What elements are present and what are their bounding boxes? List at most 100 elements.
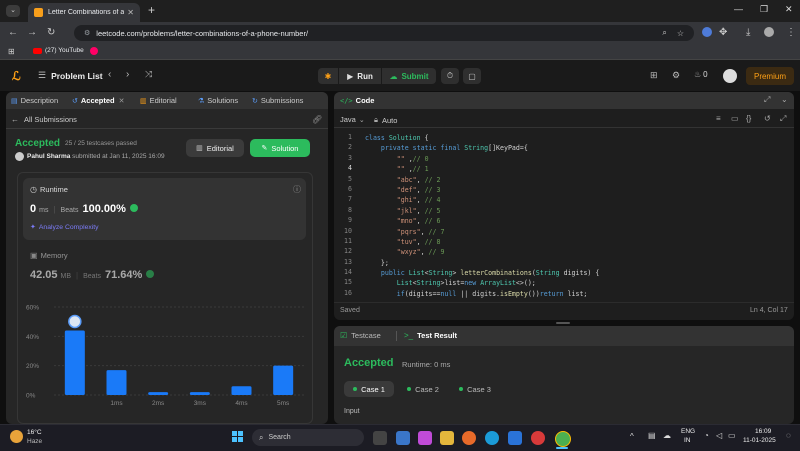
zoom-icon[interactable]: ⌕ <box>662 28 666 38</box>
code-editor[interactable]: class Solution { private static final St… <box>365 133 785 298</box>
edge-icon[interactable] <box>485 431 499 445</box>
settings-gear-icon[interactable]: ⚙ <box>672 70 680 81</box>
notes-icon[interactable]: ▢ <box>463 68 481 84</box>
tab-submissions[interactable]: ↻ Submissions <box>252 96 303 105</box>
next-problem-icon[interactable]: › <box>126 69 129 80</box>
tab-code[interactable]: </> Code <box>340 96 374 105</box>
tab-close-icon[interactable]: ✕ <box>119 97 125 105</box>
widgets-icon[interactable] <box>396 431 410 445</box>
tab-testcase[interactable]: ☑ Testcase <box>340 331 381 340</box>
resize-handle[interactable] <box>556 322 570 324</box>
show-hidden-icons[interactable]: ^ <box>630 432 634 441</box>
bookmark-icon[interactable]: ▭ <box>731 114 739 123</box>
reload-icon[interactable]: ↻ <box>47 27 55 38</box>
expand-icon[interactable]: ⤢ <box>764 95 770 105</box>
tab-description[interactable]: ▤ Description <box>11 96 58 105</box>
bookmark-youtube[interactable]: (27) YouTube <box>33 47 84 54</box>
case-3-button[interactable]: Case 3 <box>450 381 500 397</box>
notification-bell-icon[interactable]: ◌ <box>786 431 791 440</box>
pass-dot-icon <box>407 387 412 391</box>
chart-bar-5ms[interactable] <box>273 365 294 395</box>
all-submissions-link[interactable]: ← All Submissions <box>11 115 77 124</box>
tab-search-icon[interactable]: ⌄ <box>6 5 20 17</box>
file-explorer-icon[interactable] <box>440 431 454 445</box>
chart-x-tick-label: 5ms <box>277 400 290 407</box>
tab-test-result[interactable]: >_ Test Result <box>404 331 457 340</box>
weather-icon[interactable] <box>10 430 23 443</box>
info-icon[interactable]: ⓘ <box>293 184 301 195</box>
streak-counter[interactable]: ♨ 0 <box>694 70 708 79</box>
close-window-icon[interactable]: ✕ <box>785 4 793 15</box>
downloads-icon[interactable]: ⤓ <box>746 27 750 38</box>
tab-close-icon[interactable]: ✕ <box>127 8 134 17</box>
fullscreen-icon[interactable]: ⤢ <box>780 114 786 124</box>
task-view-icon[interactable] <box>373 431 387 445</box>
windows-start-icon[interactable] <box>232 431 244 443</box>
braces-icon[interactable]: {} <box>746 114 751 123</box>
cloud-icon[interactable]: ☁ <box>663 431 671 440</box>
auto-mode[interactable]: 🔒︎ Auto <box>374 115 397 125</box>
solution-button[interactable]: ✎ Solution <box>250 139 310 157</box>
apps-grid-icon[interactable]: ⊞ <box>8 47 15 56</box>
profile-avatar[interactable] <box>764 27 774 37</box>
timer-icon[interactable]: ⏱ <box>441 68 459 84</box>
battery-icon[interactable]: ▭ <box>728 431 736 440</box>
language-indicator[interactable]: ENG <box>681 428 695 435</box>
case-1-button[interactable]: Case 1 <box>344 381 394 397</box>
chart-bar-3ms[interactable] <box>189 392 210 395</box>
run-button[interactable]: ▶ Run <box>339 68 381 84</box>
submit-button[interactable]: ☁ Submit <box>382 68 436 84</box>
extension-icon[interactable] <box>702 27 712 37</box>
site-info-icon[interactable]: ⚙ <box>84 29 90 37</box>
volume-icon[interactable]: ◁ <box>716 431 722 440</box>
bookmark-star-icon[interactable]: ☆ <box>677 29 684 38</box>
maximize-icon[interactable]: ❐ <box>760 4 768 15</box>
chart-bar-1ms[interactable] <box>106 370 127 395</box>
new-tab-icon[interactable]: + <box>148 3 155 17</box>
format-icon[interactable]: ≡ <box>716 114 721 123</box>
outlook-icon[interactable] <box>508 431 522 445</box>
collapse-icon[interactable]: ⌄ <box>781 95 788 104</box>
submitter-name[interactable]: Pahul Sharma <box>27 153 70 160</box>
layout-icon[interactable]: ⊞ <box>650 70 658 81</box>
editorial-button[interactable]: ▥ Editorial <box>186 139 244 157</box>
case-2-button[interactable]: Case 2 <box>398 381 448 397</box>
chrome-menu-icon[interactable]: ⋮ <box>786 27 796 38</box>
runtime-card[interactable]: ◷ Runtime ⓘ 0 ms | Beats 100.00% ✦ Analy… <box>23 178 306 240</box>
system-tray-icon[interactable]: ▤ <box>648 431 656 440</box>
chart-bar-4ms[interactable] <box>231 386 252 395</box>
copilot-icon[interactable] <box>418 431 432 445</box>
clock-time[interactable]: 16:09 <box>755 428 771 435</box>
chrome-icon[interactable] <box>555 431 571 447</box>
analyze-complexity-link[interactable]: ✦ Analyze Complexity <box>30 223 99 232</box>
share-link-icon[interactable]: 🔗︎ <box>312 115 322 124</box>
firefox-icon[interactable] <box>462 431 476 445</box>
tab-accepted[interactable]: ↺ Accepted ✕ <box>72 96 125 105</box>
language-select[interactable]: Java ⌄ <box>340 115 365 124</box>
taskbar-search-label: Search <box>268 434 291 441</box>
forward-icon[interactable]: → <box>27 27 37 38</box>
tab-editorial[interactable]: ▥ Editorial <box>140 96 177 105</box>
leetcode-logo-icon[interactable]: ℒ <box>12 69 21 83</box>
chart-bar-0ms[interactable] <box>64 330 85 395</box>
back-icon[interactable]: ← <box>8 27 18 38</box>
prev-problem-icon[interactable]: ‹ <box>108 69 111 80</box>
extensions-puzzle-icon[interactable]: ✥ <box>719 27 727 38</box>
premium-button[interactable]: Premium <box>746 67 794 85</box>
runtime-distribution-chart[interactable]: 0% 20% 40% 60% 1ms 2ms 3ms 4ms 5ms <box>18 301 310 421</box>
wifi-icon[interactable]: ◔ <box>704 431 709 440</box>
tab-solutions[interactable]: ⚗ Solutions <box>198 96 238 105</box>
debug-icon[interactable]: ✱ <box>318 68 338 84</box>
problem-list-button[interactable]: ☰ Problem List <box>38 70 103 81</box>
bookmark-icon[interactable] <box>90 47 98 55</box>
minimize-icon[interactable]: — <box>734 4 743 14</box>
app-icon[interactable] <box>531 431 545 445</box>
reset-icon[interactable]: ↺ <box>764 114 771 123</box>
shuffle-icon[interactable]: ⤨ <box>145 69 152 80</box>
taskbar-search[interactable]: ⌕ Search <box>252 429 364 446</box>
address-bar[interactable]: ⚙ leetcode.com/problems/letter-combinati… <box>74 25 694 41</box>
memory-card[interactable]: ▣ Memory 42.05 MB | Beats 71.64% <box>30 247 300 287</box>
browser-tab[interactable]: Letter Combinations of a Phone ✕ <box>28 3 140 22</box>
user-avatar[interactable] <box>723 69 737 83</box>
chart-bar-2ms[interactable] <box>148 392 169 395</box>
